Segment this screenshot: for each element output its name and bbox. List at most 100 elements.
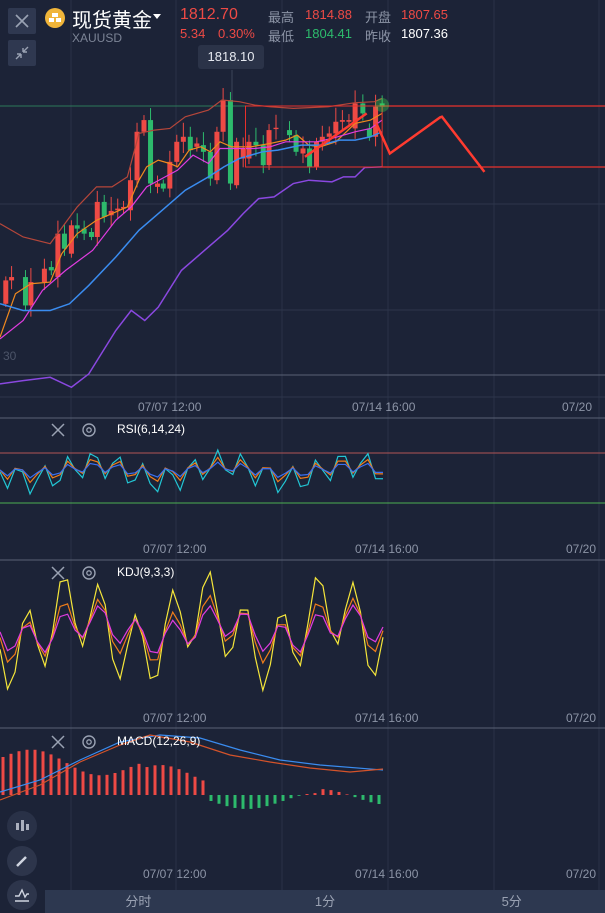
macd-bar bbox=[241, 795, 245, 809]
last-price-glow bbox=[375, 98, 390, 113]
macd-bar bbox=[185, 772, 189, 795]
candle bbox=[220, 100, 226, 132]
macd-bar bbox=[321, 789, 325, 795]
macd-bar bbox=[209, 795, 213, 801]
chart-type-button[interactable] bbox=[7, 811, 37, 841]
candle bbox=[9, 277, 15, 281]
close-indicator-icon[interactable] bbox=[51, 423, 65, 437]
gear-icon[interactable] bbox=[81, 565, 97, 581]
candle bbox=[174, 141, 180, 162]
rsi14-line bbox=[0, 456, 384, 484]
candle bbox=[360, 103, 366, 114]
close-indicator-icon[interactable] bbox=[51, 566, 65, 580]
macd-bar bbox=[105, 774, 109, 795]
close-indicator-icon[interactable] bbox=[51, 735, 65, 749]
low-value: 1804.41 bbox=[305, 26, 352, 41]
candle bbox=[148, 120, 154, 184]
candle bbox=[101, 201, 107, 217]
time-label: 07/14 16:00 bbox=[352, 400, 416, 414]
indicator-icon bbox=[15, 888, 29, 902]
macd-bar bbox=[193, 776, 197, 795]
macd-bar bbox=[257, 795, 261, 808]
axis-price-label: 30 bbox=[3, 349, 17, 363]
time-label: 07/07 12:00 bbox=[143, 542, 207, 556]
macd-bar bbox=[97, 775, 101, 795]
ma10-line bbox=[0, 119, 383, 340]
collapse-button[interactable] bbox=[8, 40, 36, 66]
macd-bar bbox=[273, 795, 277, 804]
time-label: 07/14 16:00 bbox=[355, 867, 419, 881]
time-label: 07/14 16:00 bbox=[355, 711, 419, 725]
candle bbox=[300, 148, 306, 154]
candle bbox=[346, 120, 352, 122]
macd-bar bbox=[225, 795, 229, 807]
macd-bar bbox=[17, 751, 21, 795]
macd-bar bbox=[41, 751, 45, 795]
macd-bar bbox=[377, 795, 381, 805]
candle bbox=[154, 183, 160, 187]
candle bbox=[22, 277, 28, 306]
rsi6-line bbox=[0, 448, 384, 496]
macd-bar bbox=[169, 766, 173, 795]
macd-bar bbox=[81, 771, 85, 795]
low-label: 最低 bbox=[268, 29, 295, 44]
macd-bar bbox=[153, 765, 157, 795]
macd-bar bbox=[129, 766, 133, 795]
close-icon bbox=[15, 14, 29, 28]
gear-icon[interactable] bbox=[81, 422, 97, 438]
time-label: 07/20 bbox=[566, 867, 597, 881]
open-label: 开盘 bbox=[365, 10, 392, 25]
candle bbox=[366, 128, 372, 137]
candle bbox=[41, 268, 47, 283]
macd-bar bbox=[177, 769, 181, 795]
gold-coin-icon bbox=[45, 8, 65, 28]
period-tabs: 分时 1分 5分 bbox=[45, 890, 605, 913]
candle bbox=[74, 225, 80, 229]
compress-icon bbox=[15, 46, 29, 60]
tab-5min[interactable]: 5分 bbox=[418, 890, 605, 913]
indicator-button[interactable] bbox=[7, 880, 37, 910]
macd-bar bbox=[25, 749, 29, 795]
candle bbox=[48, 267, 54, 271]
candle bbox=[160, 183, 166, 189]
close-button[interactable] bbox=[8, 8, 36, 34]
tab-timeshare[interactable]: 分时 bbox=[45, 890, 232, 913]
instrument-symbol: XAUUSD bbox=[72, 31, 123, 45]
kdj-d-line bbox=[0, 603, 384, 654]
macd-bar bbox=[361, 795, 365, 800]
macd-bar bbox=[281, 795, 285, 801]
kdj-j-line bbox=[0, 570, 384, 693]
candle bbox=[88, 231, 94, 237]
ma20-line bbox=[0, 131, 383, 312]
candle bbox=[339, 120, 345, 122]
open-value: 1807.65 bbox=[401, 7, 448, 22]
macd-bar bbox=[113, 773, 117, 795]
candle bbox=[141, 120, 147, 132]
candle bbox=[373, 106, 379, 137]
price-change-pct: 0.30% bbox=[218, 26, 255, 41]
macd-bar bbox=[329, 790, 333, 795]
prev-close-value: 1807.36 bbox=[401, 26, 448, 41]
macd-bar bbox=[33, 749, 37, 795]
macd-bar bbox=[313, 793, 317, 795]
macd-bar bbox=[249, 795, 253, 809]
macd-label: MACD(12,26,9) bbox=[117, 734, 201, 748]
chart-canvas[interactable] bbox=[0, 0, 605, 890]
kdj-label: KDJ(9,3,3) bbox=[117, 565, 175, 579]
rsi-label: RSI(6,14,24) bbox=[117, 422, 186, 436]
macd-bar bbox=[65, 763, 69, 795]
macd-bar bbox=[145, 767, 149, 795]
candle bbox=[187, 136, 193, 151]
candlestick-icon bbox=[16, 820, 29, 831]
candle bbox=[287, 130, 292, 136]
draw-tool-button[interactable] bbox=[7, 846, 37, 876]
macd-bar bbox=[305, 794, 309, 795]
forecast-arrow bbox=[375, 115, 486, 173]
tab-1min[interactable]: 1分 bbox=[232, 890, 419, 913]
instrument-title[interactable]: 现货黄金 bbox=[72, 4, 152, 33]
chevron-down-icon[interactable] bbox=[153, 14, 161, 19]
macd-bar bbox=[121, 770, 125, 795]
pencil-icon bbox=[16, 856, 27, 867]
macd-bar bbox=[233, 795, 237, 808]
gear-icon[interactable] bbox=[81, 734, 97, 750]
